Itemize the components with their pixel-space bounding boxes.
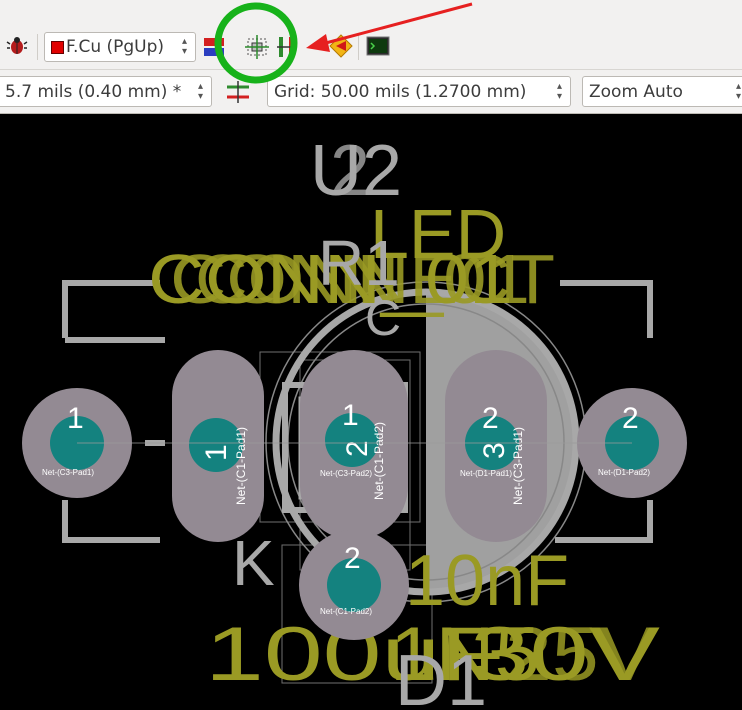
net-name: Net-(D1-Pad1) [460,469,512,478]
net-name: Net-(C3-Pad1) [511,427,525,505]
fab-text-10nf: 10nF [405,541,569,621]
net-name: Net-(C1-Pad2) [320,607,372,616]
ref-text-c: C [365,290,401,346]
highlight-net-icon[interactable] [327,32,355,60]
pad-number: 2 [622,402,639,435]
pad-number: 1 [67,402,84,435]
top-toolbar: F.Cu (PgUp) ▴ ▾ [0,0,742,70]
ref-text-d1: D1 [395,641,487,710]
pcb-canvas[interactable]: LED CONN_01 CONN_01 CONNECT 10nF 100uF 1… [0,114,742,710]
ref-text-r1: R1 [318,227,400,299]
fab-text-25v: 25V [505,612,655,697]
layer-color-swatch [51,40,64,54]
scripting-console-icon[interactable] [364,32,392,60]
spin-arrows-icon: ▴ ▾ [735,80,741,102]
net-name: Net-(C1-Pad1) [234,427,248,505]
grid-select-value: Grid: 50.00 mils (1.2700 mm) [274,81,527,102]
spin-arrows-icon: ▴ ▾ [197,80,203,102]
autoroute-icon[interactable] [272,33,300,61]
net-name: Net-(C3-Pad2) [320,469,372,478]
pad-number: 1 [200,444,233,461]
net-name: Net-(D1-Pad2) [598,468,650,477]
options-toolbar: 5.7 mils (0.40 mm) * ▴ ▾ Grid: 50.00 mils… [0,70,742,114]
layer-select-value: F.Cu (PgUp) [66,37,165,57]
track-width-value: 5.7 mils (0.40 mm) * [5,81,182,102]
spin-arrows-icon: ▴ ▾ [556,80,562,102]
net-name: Net-(C3-Pad1) [42,468,94,477]
track-width-select[interactable]: 5.7 mils (0.40 mm) * ▴ ▾ [0,76,212,107]
zoom-select[interactable]: Zoom Auto ▴ ▾ [582,76,742,107]
pads [22,350,687,640]
grid-select[interactable]: Grid: 50.00 mils (1.2700 mm) ▴ ▾ [267,76,571,107]
drc-bug-icon[interactable] [3,31,31,59]
pad-number: 1 [342,399,359,432]
pad-number: 3 [478,442,511,459]
autoplace-footprints-icon[interactable] [243,33,271,61]
spin-arrows-icon: ▴ ▾ [181,36,187,57]
layer-select[interactable]: F.Cu (PgUp) ▴ ▾ [44,32,196,62]
pad-number: 2 [482,402,499,435]
ref-text-u2-ghost: 2 [330,131,370,211]
track-via-autosize-icon[interactable] [224,78,252,106]
pad-number: 2 [344,542,361,575]
layer-pair-icon[interactable] [200,33,228,61]
ref-text-k: K [232,527,275,599]
net-name: Net-(C1-Pad2) [372,422,386,500]
zoom-select-value: Zoom Auto [589,81,683,102]
